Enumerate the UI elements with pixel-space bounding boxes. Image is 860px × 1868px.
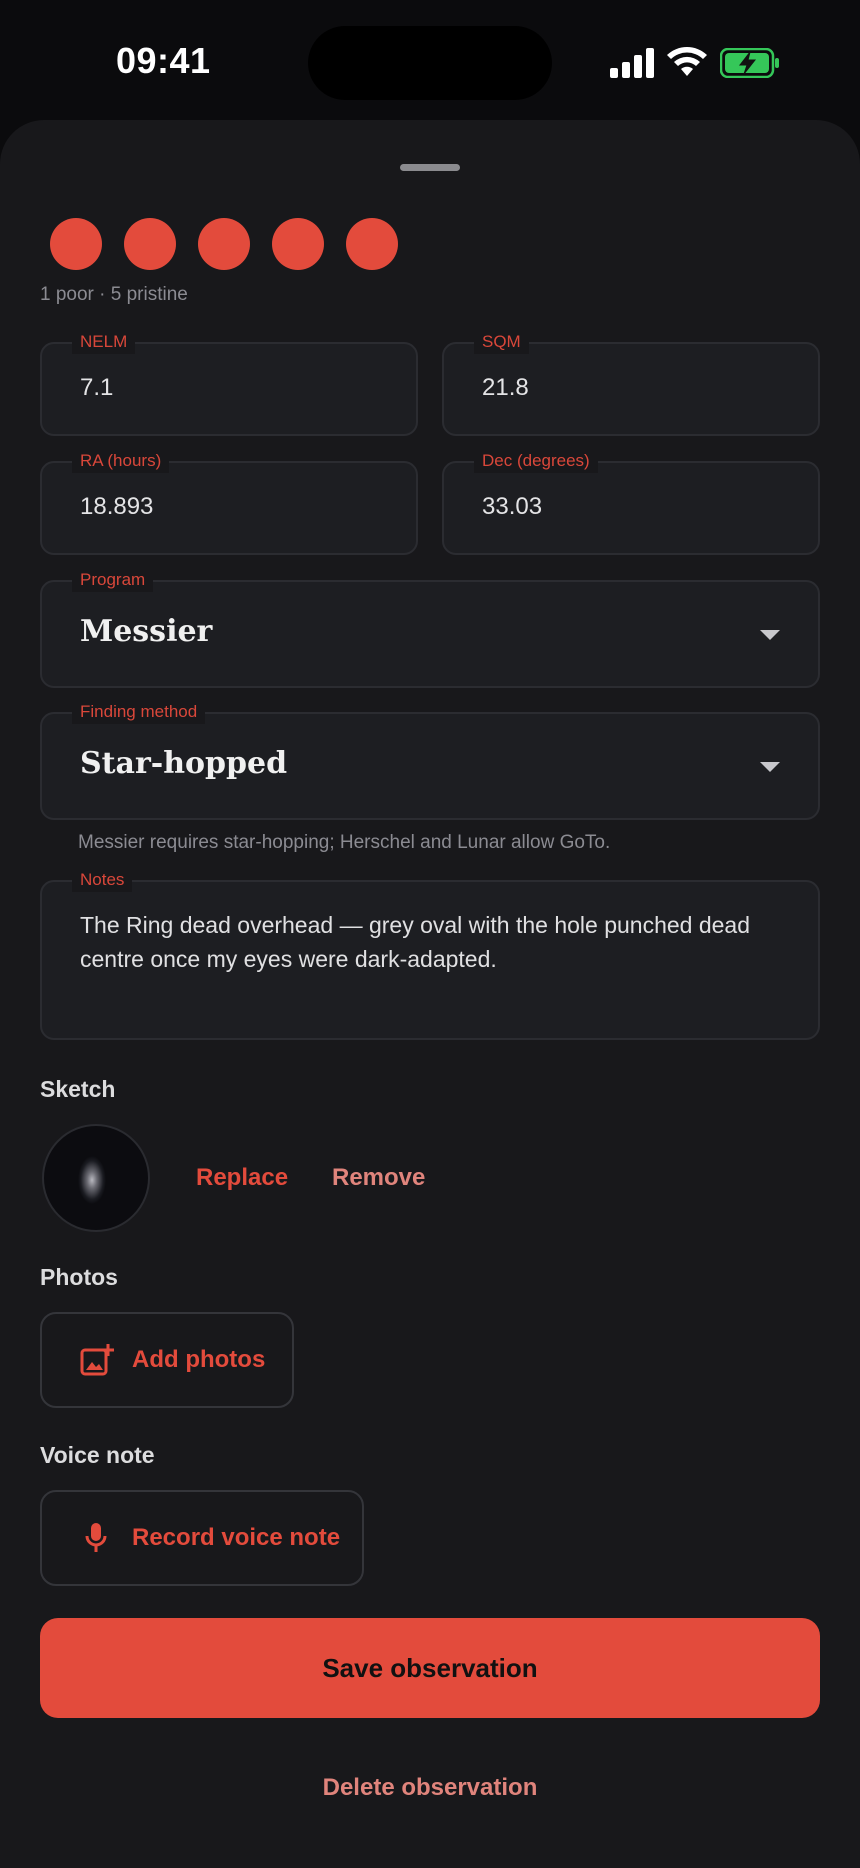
- rating-dot-3[interactable]: [198, 218, 250, 270]
- nelm-field[interactable]: NELM 7.1: [40, 330, 418, 436]
- sketch-title: Sketch: [40, 1076, 116, 1102]
- remove-sketch-button[interactable]: Remove: [332, 1164, 425, 1192]
- nelm-label: NELM: [72, 330, 136, 354]
- sqm-field[interactable]: SQM 21.8: [442, 330, 820, 436]
- photos-title: Photos: [40, 1264, 118, 1290]
- notes-label: Notes: [72, 868, 133, 892]
- ra-field[interactable]: RA (hours) 18.893: [40, 449, 418, 555]
- replace-sketch-button[interactable]: Replace: [196, 1164, 288, 1192]
- finding-method-value: Star-hopped: [80, 746, 288, 781]
- ra-label: RA (hours): [72, 449, 170, 473]
- status-bar: 09:41: [0, 0, 860, 120]
- nelm-value: 7.1: [80, 374, 114, 401]
- ra-value: 18.893: [80, 493, 154, 520]
- record-voice-note-button[interactable]: Record voice note: [40, 1490, 364, 1586]
- rating-dot-1[interactable]: [50, 218, 102, 270]
- add-photo-icon: [80, 1344, 114, 1376]
- battery-charging-icon: [720, 48, 779, 78]
- rating-dot-4[interactable]: [272, 218, 324, 270]
- program-label: Program: [72, 568, 154, 592]
- finding-method-label: Finding method: [72, 700, 206, 724]
- save-observation-button[interactable]: Save observation: [40, 1618, 820, 1718]
- observation-sheet: 1 poor · 5 pristine NELM 7.1 SQM 21.8 RA…: [0, 120, 860, 1868]
- chevron-down-icon: [760, 630, 780, 640]
- add-photos-label: Add photos: [132, 1346, 266, 1373]
- finding-method-helper: Messier requires star-hopping; Herschel …: [78, 832, 611, 853]
- chevron-down-icon: [760, 762, 780, 772]
- sqm-value: 21.8: [482, 374, 529, 401]
- dec-field[interactable]: Dec (degrees) 33.03: [442, 449, 820, 555]
- rating-caption: 1 poor · 5 pristine: [40, 284, 188, 305]
- finding-method-select[interactable]: Finding method Star-hopped: [40, 700, 820, 820]
- sketch-thumbnail[interactable]: [42, 1124, 150, 1232]
- sqm-label: SQM: [474, 330, 529, 354]
- notes-field[interactable]: Notes The Ring dead overhead — grey oval…: [40, 868, 820, 1040]
- voice-note-title: Voice note: [40, 1442, 155, 1468]
- cellular-signal-icon: [610, 48, 654, 78]
- delete-observation-button[interactable]: Delete observation: [0, 1774, 860, 1802]
- program-value: Messier: [80, 614, 213, 649]
- add-photos-button[interactable]: Add photos: [40, 1312, 294, 1408]
- status-time: 09:41: [116, 40, 211, 81]
- sheet-drag-handle[interactable]: [400, 164, 460, 171]
- record-voice-note-label: Record voice note: [132, 1524, 341, 1551]
- save-observation-label: Save observation: [322, 1652, 538, 1683]
- rating-dot-2[interactable]: [124, 218, 176, 270]
- notes-value: The Ring dead overhead — grey oval with …: [80, 912, 751, 972]
- dec-label: Dec (degrees): [474, 449, 598, 473]
- program-select[interactable]: Program Messier: [40, 568, 820, 688]
- wifi-icon: [667, 47, 707, 76]
- dec-value: 33.03: [482, 493, 543, 520]
- microphone-icon: [85, 1523, 107, 1552]
- rating-dot-5[interactable]: [346, 218, 398, 270]
- dynamic-island: [308, 26, 552, 100]
